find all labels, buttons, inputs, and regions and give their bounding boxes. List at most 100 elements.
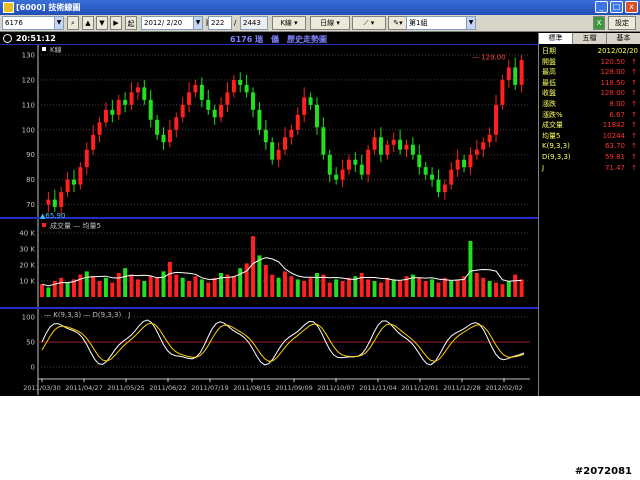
info-label: 收盤 [542,89,556,98]
chevron-down-icon[interactable]: ▼ [466,17,475,29]
chart-area[interactable]: 70 80 90 100 110 120 130 K線 — 129.00 ▲65.90成交量 — … [0,45,538,396]
y-tick-label: 0 [31,364,35,372]
period-label: 日線 [320,19,335,27]
info-row: 漲跌 8.00 ↑ [539,99,640,110]
volume-bar [167,261,172,297]
candle-body [468,154,473,168]
scroll-button[interactable]: ▶ [110,16,122,30]
kline-dropdown[interactable]: K線 ▾ [272,16,306,30]
y-tick-label: 40 K [19,230,35,238]
up-arrow-icon: ↑ [631,121,637,130]
info-value: 11842 [602,121,625,130]
volume-bar [276,277,281,297]
search-icon: ⌕ [71,19,75,27]
candle-body [155,119,160,135]
tab-standard[interactable]: 標準 [539,33,573,44]
volume-bar [84,271,89,297]
candle-body [116,99,121,115]
count-input[interactable]: 222 [208,16,232,30]
group-value: 第1組 [409,19,428,27]
info-row: 最低 118.50 ↑ [539,78,640,89]
draw-line-dropdown[interactable]: ⟋ ▾ [352,16,386,30]
tab-five-level[interactable]: 五檔 [573,33,607,44]
candle-body [327,154,332,175]
search-button[interactable]: ⌕ [67,16,79,30]
info-rows: 日期 2012/02/20 開盤 120.50 ↑ 最高 128.00 ↑ 最低 118.50… [539,46,640,173]
y-tick-label: 50 [26,339,35,347]
candle-body [321,127,326,155]
symbol-input[interactable]: 6176 ▼ [2,16,64,30]
chevron-down-icon[interactable]: ▼ [193,17,202,29]
volume-bar [174,274,179,297]
candle-body [302,97,307,115]
tab-basic[interactable]: 基本 [607,33,640,44]
volume-bar [327,282,332,297]
volume-bar [334,279,339,297]
up-arrow-icon: ↑ [631,131,637,140]
candle-body [289,129,294,138]
info-label: 最高 [542,68,556,77]
volume-bar [219,273,224,297]
volume-bar [398,281,403,297]
excel-icon: X [596,19,602,27]
y-tick-label: 110 [22,101,35,109]
x-tick-label: 2011/08/15 [233,384,270,392]
candle-body [404,144,409,150]
candle-body [251,92,256,110]
candle-body [206,99,211,110]
candle-body [65,179,70,193]
date-input[interactable]: 2012/ 2/20 ▼ [141,16,203,30]
info-value: 2012/02/20 [597,47,638,55]
candle-body [148,99,153,120]
settings-button[interactable]: 設定 [608,16,636,30]
volume-bar [430,279,435,297]
minimize-button[interactable]: _ [595,1,608,13]
volume-bar [308,277,313,297]
y-tick-label: 120 [22,76,35,84]
current-time: 20:51:12 [16,34,56,43]
candle-body [167,129,172,143]
info-label: K(9,3,3) [542,142,570,151]
volume-bar [289,276,294,297]
chart-header: 20:51:12 6176 瑞 儀 歷史走勢圖 [0,33,538,45]
up-arrow-icon: ↑ [631,89,637,98]
candle-body [449,169,454,185]
start-label[interactable]: 起 [125,16,137,30]
candle-body [263,129,268,143]
volume-bar [199,279,204,297]
candle-body [372,137,377,150]
candle-body [487,134,492,143]
info-value: 128.00 [600,68,626,77]
volume-legend: 成交量 — 均量5 [50,221,101,230]
info-value: 120.50 [600,57,626,66]
info-label: 最低 [542,78,556,87]
volume-bar [212,277,217,297]
y-tick-label: 100 [22,126,35,134]
legend-marker [42,47,46,51]
info-value: 71.47 [604,163,625,172]
maximize-button[interactable]: □ [610,1,623,13]
volume-bar [391,279,396,297]
candle-body [129,92,134,105]
volume-bar [270,274,275,297]
group-select[interactable]: 第1組 ▼ [406,16,476,30]
candle-body [161,134,166,143]
candle-body [193,84,198,93]
volume-bar [129,274,134,297]
next-button[interactable]: ▼ [96,16,108,30]
info-label: D(9,3,3) [542,152,571,161]
period-dropdown[interactable]: 日線 ▾ [310,16,350,30]
info-label: 均量5 [542,131,561,140]
info-row: 成交量 11842 ↑ [539,120,640,131]
volume-bar [519,279,524,297]
close-button[interactable]: x [625,1,638,13]
info-row: 收盤 128.00 ↑ [539,88,640,99]
candle-body [123,99,128,105]
prev-button[interactable]: ▲ [82,16,94,30]
candle-body [270,142,275,160]
eraser-dropdown[interactable]: ✎▾ [388,16,408,30]
clock-icon [3,34,12,43]
x-tick-label: 2011/06/22 [149,384,186,392]
export-button[interactable]: X [593,16,605,30]
chevron-down-icon[interactable]: ▼ [54,17,63,29]
